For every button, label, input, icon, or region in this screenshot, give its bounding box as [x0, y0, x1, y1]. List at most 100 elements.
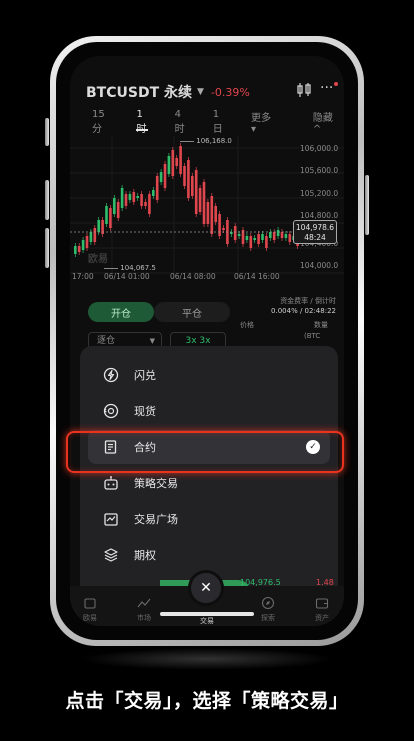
leader-line [180, 140, 194, 142]
nav-label: 资产 [315, 614, 329, 622]
candlestick-chart-icon[interactable] [296, 82, 312, 102]
candle-body [214, 206, 217, 222]
candle-body [183, 166, 186, 186]
candle-body [288, 234, 292, 242]
tab-1d[interactable]: 1日 [213, 109, 229, 135]
timeframe-tabs: 15分 1时 4时 1日 更多 ▾ 隐藏 ^ [70, 109, 344, 135]
candle-body [245, 236, 249, 240]
candle-body [276, 230, 280, 236]
x-tick: 17:00 [72, 272, 94, 281]
menu-item-label: 策略交易 [134, 477, 178, 490]
highlight-box [66, 431, 344, 473]
low-price-value: 104,067.5 [120, 264, 156, 272]
candle-body [257, 234, 260, 244]
funding-rate: 资金费率 / 倒计时 0.004% / 02:48:22 [256, 296, 336, 316]
candle-body [202, 182, 206, 224]
candle-body [194, 170, 198, 214]
more-dots-icon[interactable]: ··· [320, 80, 333, 96]
nav-item-market[interactable]: 市场 [124, 596, 164, 623]
candle-body [206, 202, 210, 224]
candle-body [222, 228, 225, 230]
candle-body [109, 208, 112, 228]
menu-item-trading-square[interactable]: 交易广场 [88, 502, 330, 536]
candle-body [77, 246, 81, 252]
candle-body [237, 234, 241, 236]
compass-icon [261, 596, 275, 610]
y-tick: 105,200.0 [300, 189, 339, 198]
options-layers-icon [102, 546, 120, 564]
tab-15m[interactable]: 15分 [92, 109, 114, 135]
menu-item-options[interactable]: 期权 [88, 538, 330, 572]
y-tick: 105,600.0 [300, 166, 339, 175]
nav-label: 欧易 [83, 614, 97, 622]
x-tick: 06/14 01:00 [104, 272, 150, 281]
funding-title: 资金费率 / 倒计时 [280, 297, 336, 305]
candle-body [253, 238, 256, 240]
tab-underline [136, 129, 148, 131]
candle-body [284, 234, 288, 238]
candle-body [144, 202, 147, 206]
candle-body [93, 228, 97, 242]
candle-body [167, 156, 171, 174]
candle-body [89, 232, 93, 242]
stage: BTCUSDT 永续 ▼ -0.39% ··· 15分 1时 4时 1日 更多 … [0, 0, 414, 741]
phone-volume-button [45, 228, 49, 268]
candle-body [155, 176, 159, 200]
close-menu-button[interactable]: ✕ [188, 570, 224, 606]
candle-body [136, 196, 139, 198]
candle-body [175, 158, 178, 166]
candle-body [163, 164, 167, 188]
candle-body [179, 146, 182, 174]
leader-line [104, 267, 118, 269]
tab-more[interactable]: 更多 ▾ [251, 109, 279, 135]
lightning-icon [102, 366, 120, 384]
candle-body [124, 194, 128, 206]
candle-body [269, 232, 272, 238]
candle-body [152, 190, 155, 196]
candle-body [128, 194, 132, 200]
low-price-label: 104,067.5 [104, 264, 156, 272]
spot-cycle-icon [102, 402, 120, 420]
menu-item-spot[interactable]: 现货 [88, 394, 330, 428]
candle-body [191, 176, 194, 196]
menu-item-label: 交易广场 [134, 513, 178, 526]
leverage-value: 3x 3x [185, 336, 211, 346]
nav-item-trade[interactable]: 交易 [187, 616, 227, 626]
pair-title[interactable]: BTCUSDT 永续 [86, 82, 192, 102]
phone-shadow [80, 648, 334, 670]
app-header: BTCUSDT 永续 ▼ -0.39% ··· [86, 80, 338, 102]
last-price-value: 104,978.6 [295, 223, 335, 232]
last-price-tag: 104,978.6 48:24 [293, 220, 337, 244]
nav-item-explore[interactable]: 探索 [248, 596, 288, 623]
candle-body [132, 192, 136, 202]
x-tick: 06/14 16:00 [234, 272, 280, 281]
candle-body [198, 188, 202, 212]
candle-countdown: 48:24 [304, 233, 326, 242]
nav-label: 交易 [200, 617, 214, 625]
chevron-down-icon[interactable]: ▼ [197, 87, 204, 97]
tab-1h[interactable]: 1时 [136, 109, 152, 135]
y-tick: 106,000.0 [300, 144, 339, 153]
nav-item-assets[interactable]: 资产 [302, 596, 342, 623]
chart-watermark: 欧易 [88, 254, 108, 265]
nav-item-home[interactable]: 欧易 [70, 596, 110, 623]
menu-item-label: 现货 [134, 405, 156, 418]
price-label: 价格 [240, 321, 254, 329]
phone-screen: BTCUSDT 永续 ▼ -0.39% ··· 15分 1时 4时 1日 更多 … [70, 56, 344, 626]
candle-body [140, 194, 143, 206]
phone-power-button [365, 175, 369, 235]
candle-body [105, 206, 108, 224]
robot-icon [102, 474, 120, 492]
candle-body [120, 188, 124, 208]
phone-volume-button [45, 180, 49, 220]
candle-body [85, 236, 89, 248]
tab-4h[interactable]: 4时 [175, 109, 191, 135]
menu-item-flash-swap[interactable]: 闪兑 [88, 358, 330, 392]
open-position-tab[interactable]: 开仓 [88, 302, 154, 322]
phone-volume-button [45, 118, 49, 146]
hide-button[interactable]: 隐藏 ^ [313, 109, 344, 135]
candle-body [233, 226, 237, 240]
trading-square-icon [102, 510, 120, 528]
instruction-caption: 点击「交易」，选择「策略交易」 [65, 690, 349, 712]
close-position-tab[interactable]: 平仓 [154, 302, 230, 322]
